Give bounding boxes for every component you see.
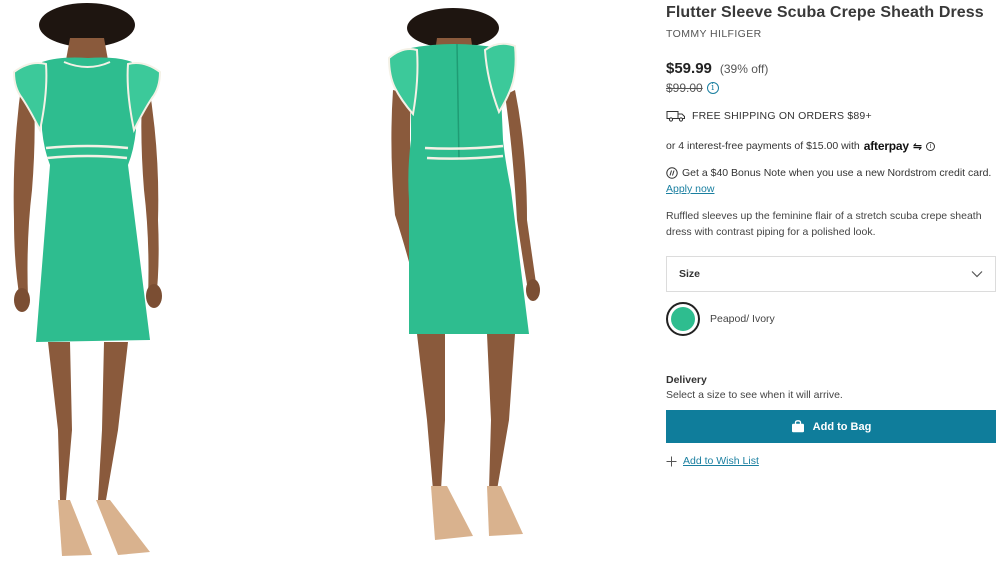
size-dropdown[interactable]: Size bbox=[666, 256, 996, 292]
shipping-banner: FREE SHIPPING ON ORDERS $89+ bbox=[666, 110, 872, 122]
afterpay-info-icon[interactable]: i bbox=[926, 141, 936, 151]
afterpay-arrows-icon: ⇋ bbox=[912, 140, 923, 153]
bonus-note-text: Get a $40 Bonus Note when you use a new … bbox=[682, 167, 992, 179]
delivery-subtext: Select a size to see when it will arrive… bbox=[666, 389, 843, 401]
product-gallery bbox=[0, 0, 650, 566]
product-image-front[interactable] bbox=[0, 0, 180, 566]
installments-row: or 4 interest-free payments of $15.00 wi… bbox=[666, 139, 936, 153]
swatch-fill bbox=[671, 307, 695, 331]
product-description: Ruffled sleeves up the feminine flair of… bbox=[666, 210, 982, 238]
size-label: Size bbox=[679, 268, 701, 280]
product-image-back[interactable] bbox=[375, 0, 555, 566]
info-icon[interactable]: i bbox=[706, 82, 719, 94]
shipping-text: FREE SHIPPING ON ORDERS $89+ bbox=[692, 110, 872, 122]
add-to-wishlist-label: Add to Wish List bbox=[683, 455, 759, 467]
price-row: $59.99 (39% off) bbox=[666, 60, 768, 77]
product-info: Flutter Sleeve Scuba Crepe Sheath Dress … bbox=[666, 0, 996, 566]
sale-price: $59.99 bbox=[666, 60, 712, 77]
apply-now-link[interactable]: Apply now bbox=[666, 183, 714, 195]
color-selector: Peapod/ Ivory bbox=[666, 302, 775, 336]
installments-text: or 4 interest-free payments of $15.00 wi… bbox=[666, 140, 860, 152]
add-to-wishlist-link[interactable]: Add to Wish List bbox=[666, 455, 759, 467]
delivery-heading: Delivery bbox=[666, 374, 707, 386]
original-price-row: $99.00 i bbox=[666, 81, 719, 95]
brand-link[interactable]: TOMMY HILFIGER bbox=[666, 28, 762, 40]
add-to-bag-label: Add to Bag bbox=[812, 420, 872, 433]
chevron-down-icon bbox=[971, 271, 983, 278]
truck-icon bbox=[666, 111, 685, 122]
bonus-note-row: Get a $40 Bonus Note when you use a new … bbox=[666, 167, 991, 179]
nordstrom-card-icon bbox=[666, 167, 678, 179]
add-to-bag-button[interactable]: Add to Bag bbox=[666, 410, 996, 443]
plus-icon bbox=[666, 456, 677, 466]
afterpay-logo: afterpay bbox=[863, 139, 909, 153]
color-swatch-peapod[interactable] bbox=[666, 302, 700, 336]
shopping-bag-icon bbox=[791, 420, 804, 433]
original-price: $99.00 bbox=[666, 81, 703, 95]
product-title: Flutter Sleeve Scuba Crepe Sheath Dress bbox=[666, 4, 984, 21]
discount-percent: (39% off) bbox=[719, 62, 769, 76]
selected-color-name: Peapod/ Ivory bbox=[710, 313, 775, 325]
